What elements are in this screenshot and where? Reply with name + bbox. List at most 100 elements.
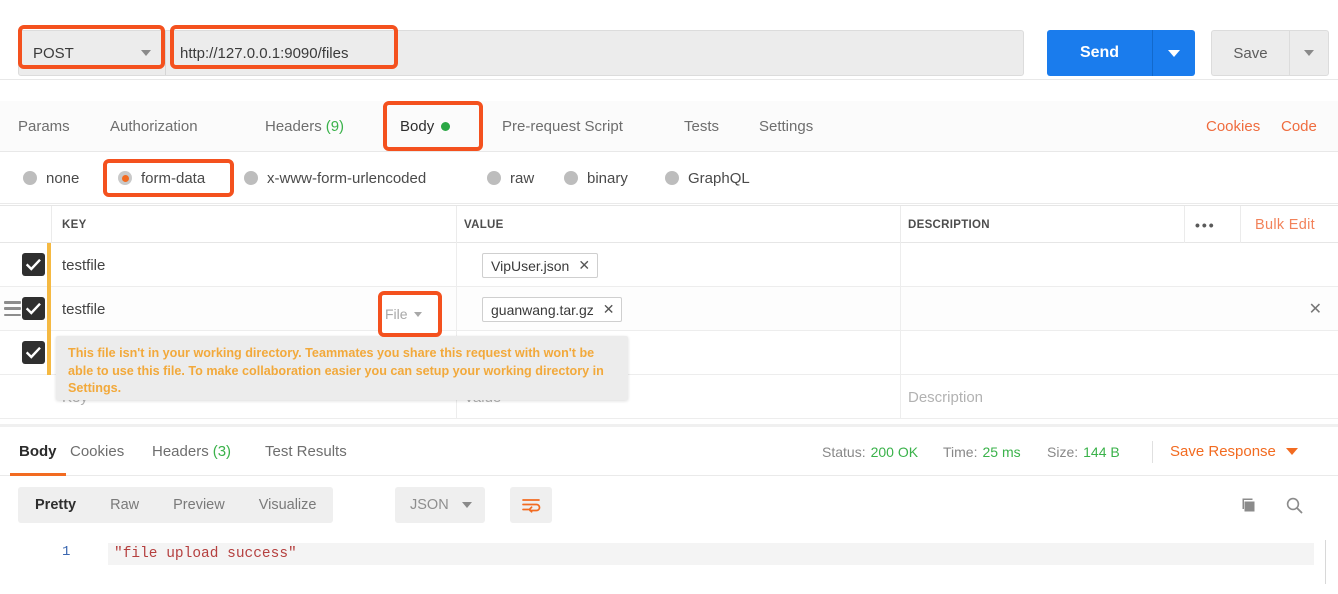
body-type-label: binary [587,169,628,187]
bulk-edit-button[interactable]: Bulk Edit [1255,206,1315,244]
postman-request-builder: POST http://127.0.0.1:9090/files Send Sa… [0,0,1338,594]
row-type-select-overlay[interactable]: File [385,291,422,337]
url-bar: POST http://127.0.0.1:9090/files Send Sa… [0,8,1338,80]
delete-row-icon[interactable]: ✕ [1309,287,1322,331]
row-key-input[interactable]: testfile [62,287,105,331]
size-value: 144 B [1083,443,1120,460]
row-warning-marker [47,287,51,331]
body-type-raw[interactable]: raw [487,152,534,204]
http-method-select[interactable]: POST [19,31,166,75]
send-button[interactable]: Send [1047,30,1152,76]
view-pretty-button[interactable]: Pretty [18,487,93,523]
body-type-graphql[interactable]: GraphQL [665,152,750,204]
chevron-down-icon [1304,50,1314,56]
save-button[interactable]: Save [1211,30,1289,76]
http-method-label: POST [33,44,74,62]
response-tabs: Body Cookies Headers (3) Test Results St… [0,427,1338,476]
view-visualize-button[interactable]: Visualize [242,487,334,523]
body-type-binary[interactable]: binary [564,152,628,204]
time-label: Time: [943,443,978,460]
tab-authorization[interactable]: Authorization [110,101,198,152]
column-divider [900,331,901,375]
time-badge: Time: 25 ms [943,427,1021,476]
column-divider [900,243,901,287]
new-row-description-input[interactable]: Description [908,375,983,419]
chevron-down-icon [1168,49,1180,57]
save-options-button[interactable] [1289,30,1329,76]
tab-label: Pre-request Script [502,118,623,135]
chevron-down-icon [141,50,151,56]
column-divider [456,243,457,287]
code-link[interactable]: Code [1281,101,1317,152]
search-response-button[interactable] [1285,487,1304,523]
row-warning-marker [47,331,51,375]
row-value-file-chip[interactable]: guanwang.tar.gz ✕ [482,297,623,322]
request-tabs: Params Authorization Headers (9) Body Pr… [0,101,1338,152]
row-checkbox[interactable] [22,253,45,276]
copy-response-button[interactable] [1240,487,1259,523]
code-line[interactable]: "file upload success" [108,543,1314,565]
url-text: http://127.0.0.1:9090/files [180,44,349,62]
tab-count: (9) [325,118,345,135]
table-header-row: KEY VALUE DESCRIPTION ••• Bulk Edit [0,205,1338,244]
line-number: 1 [62,544,71,560]
response-tab-cookies[interactable]: Cookies [70,427,124,476]
response-tab-test-results[interactable]: Test Results [265,427,347,476]
remove-file-icon[interactable]: ✕ [603,301,615,318]
tab-headers[interactable]: Headers (9) [265,101,344,152]
tab-pre-request-script[interactable]: Pre-request Script [502,101,623,152]
tab-label: Body [19,443,57,460]
save-response-label: Save Response [1170,443,1276,460]
tab-label: Headers [152,443,209,460]
chevron-down-icon [461,502,472,508]
send-options-button[interactable] [1152,30,1195,76]
body-type-radio-group: none form-data x-www-form-urlencoded raw… [0,152,1338,204]
column-divider [1184,206,1185,244]
body-type-label: GraphQL [688,169,750,187]
row-key-input[interactable]: testfile [62,243,105,287]
column-divider [900,206,901,244]
tab-settings[interactable]: Settings [759,101,813,152]
word-wrap-toggle[interactable] [510,487,552,523]
row-checkbox[interactable] [22,297,45,320]
column-divider [456,287,457,331]
response-scrollbar[interactable] [1325,540,1334,584]
row-drag-handle-icon[interactable] [4,301,21,316]
radio-icon [244,171,258,185]
body-type-label: raw [510,169,535,187]
radio-icon [23,171,37,185]
size-label: Size: [1047,443,1079,460]
body-type-none[interactable]: none [23,152,79,204]
url-input[interactable]: http://127.0.0.1:9090/files [166,31,1023,75]
row-checkbox[interactable] [22,341,45,364]
tab-body[interactable]: Body [400,101,451,152]
radio-selected-icon [118,171,132,185]
response-tab-headers[interactable]: Headers (3) [152,427,231,476]
column-divider [900,287,901,331]
tab-label: Cookies [70,443,125,460]
chevron-down-icon [1285,448,1298,455]
size-badge: Size: 144 B [1047,427,1120,476]
view-preview-button[interactable]: Preview [156,487,242,523]
tab-count: (3) [212,443,232,460]
cookies-link[interactable]: Cookies [1206,101,1260,152]
response-body-code: 1 "file upload success" [0,534,1338,594]
row-value-file-chip[interactable]: VipUser.json ✕ [482,253,599,278]
body-type-urlencoded[interactable]: x-www-form-urlencoded [244,152,426,204]
body-type-form-data[interactable]: form-data [118,152,205,204]
tab-label: Body [400,118,435,135]
tab-label: Authorization [110,118,198,135]
tab-params[interactable]: Params [18,101,70,152]
response-language-select[interactable]: JSON [395,487,485,523]
cookies-label: Cookies [1206,118,1261,135]
tab-tests[interactable]: Tests [684,101,719,152]
table-more-options-button[interactable]: ••• [1195,206,1216,244]
remove-file-icon[interactable]: ✕ [578,257,590,274]
view-raw-button[interactable]: Raw [93,487,156,523]
save-response-button[interactable]: Save Response [1170,427,1298,476]
chevron-down-icon [413,311,422,317]
status-value: 200 OK [870,443,919,460]
column-header-value: VALUE [464,219,504,231]
table-row: testfile File guanwang.tar.gz ✕ ✕ [0,287,1338,331]
response-tab-body[interactable]: Body [10,427,66,476]
